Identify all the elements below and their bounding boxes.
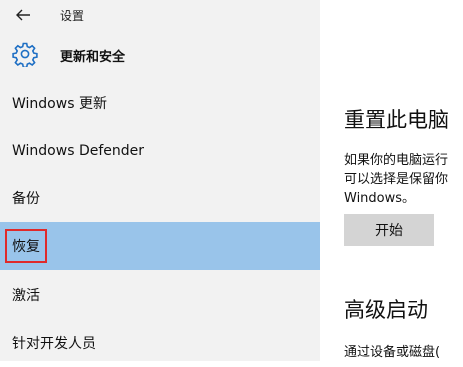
advanced-startup-description: 通过设备或磁盘( [344,345,441,360]
back-arrow-icon[interactable] [13,6,33,24]
advanced-startup-heading: 高级启动 [344,298,428,322]
section-title: 更新和安全 [60,50,126,65]
reset-pc-heading: 重置此电脑 [344,108,449,132]
gear-icon [12,42,38,67]
sidebar-item-label: 针对开发人员 [12,336,96,352]
sidebar-item-activation[interactable]: 激活 [0,271,320,319]
sidebar-item-recovery[interactable]: 恢复 [0,222,320,270]
section-header: 更新和安全 [0,40,320,72]
sidebar-item-backup[interactable]: 备份 [0,174,320,222]
sidebar-item-label: Windows 更新 [12,96,107,112]
start-button[interactable]: 开始 [344,214,434,246]
reset-desc-line: Windows。 [344,191,416,206]
title-bar: 设置 [0,0,320,30]
sidebar-item-windows-defender[interactable]: Windows Defender [0,127,320,175]
reset-desc-line: 如果你的电脑运行 [344,153,449,168]
reset-desc-line: 可以选择是保留你 [344,172,449,187]
sidebar-item-label: 备份 [12,191,40,207]
app-title: 设置 [60,9,85,23]
sidebar-item-windows-update[interactable]: Windows 更新 [0,79,320,127]
sidebar-item-label: 激活 [12,288,40,304]
sidebar-item-for-developers[interactable]: 针对开发人员 [0,319,320,367]
sidebar-item-label: Windows Defender [12,143,145,159]
reset-pc-description: 如果你的电脑运行 可以选择是保留你 Windows。 [344,151,448,208]
sidebar-item-label: 恢复 [5,229,47,263]
content-pane: 重置此电脑 如果你的电脑运行 可以选择是保留你 Windows。 开始 高级启动… [320,0,463,361]
sidebar: 设置 更新和安全 Windows 更新 Windows Defender 备份 … [0,0,320,361]
